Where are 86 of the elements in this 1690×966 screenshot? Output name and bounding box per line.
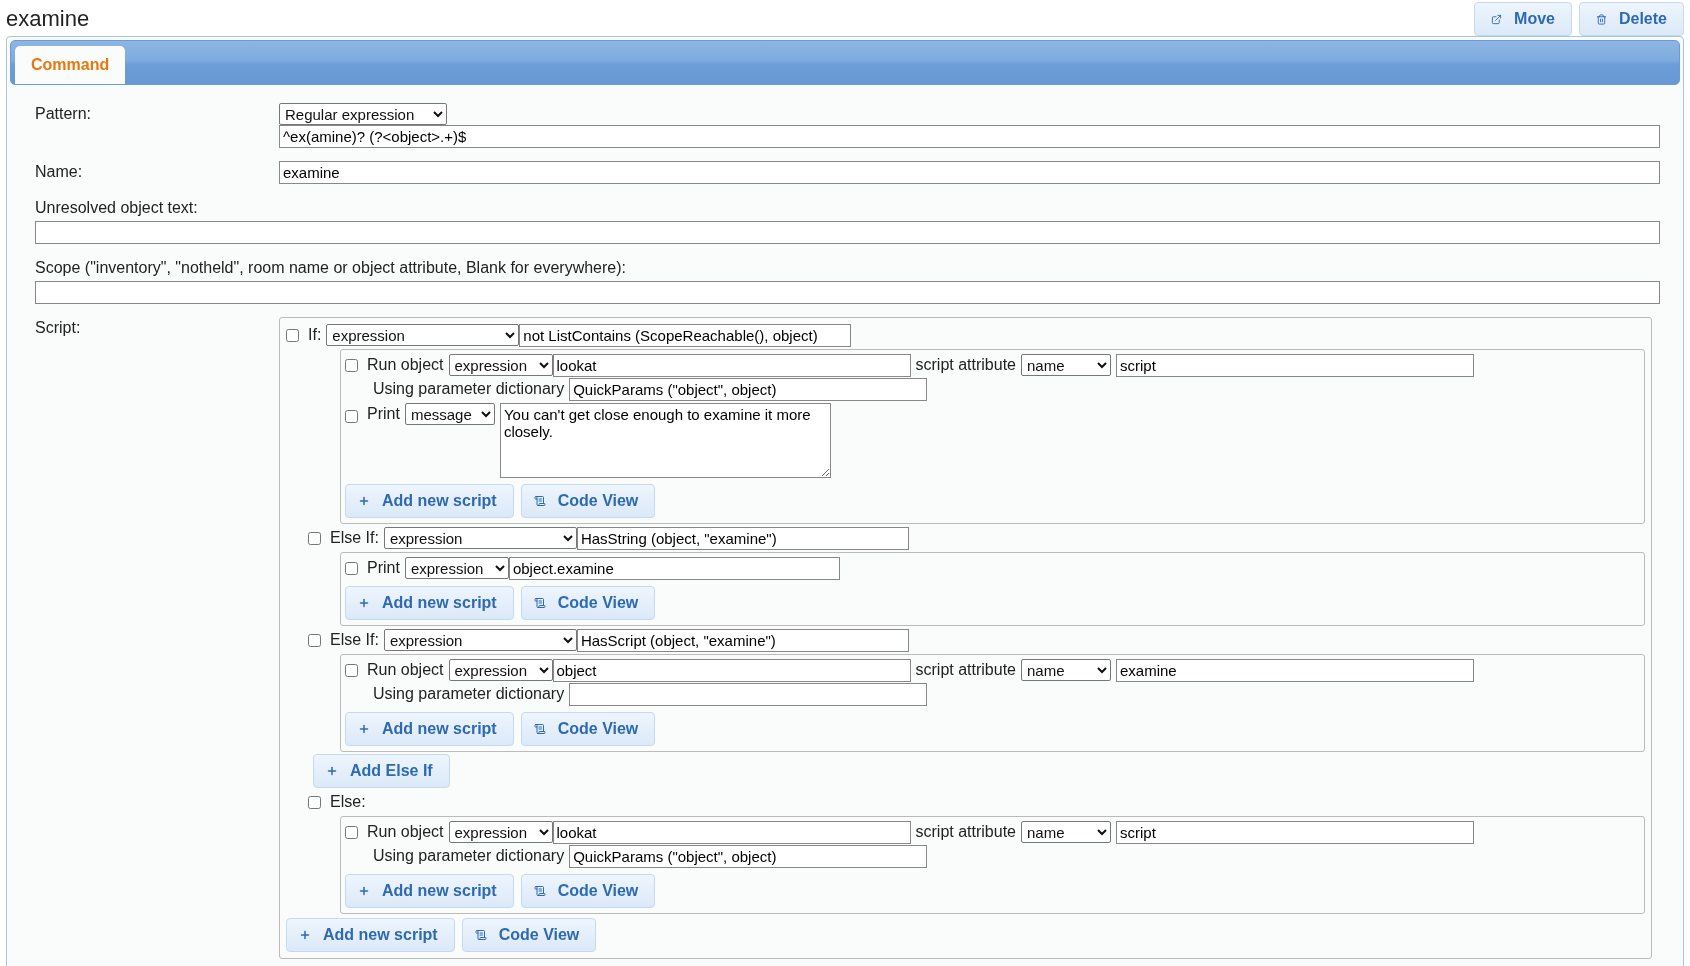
scroll-icon bbox=[533, 495, 546, 507]
add-script-button[interactable]: Add new script bbox=[345, 712, 514, 746]
add-else-if-button[interactable]: Add Else If bbox=[313, 754, 450, 788]
scroll-icon bbox=[533, 723, 546, 735]
attribute-select[interactable]: name bbox=[1021, 354, 1111, 376]
page-title: examine bbox=[6, 6, 91, 32]
params-label: Using parameter dictionary bbox=[373, 847, 565, 865]
code-view-button[interactable]: Code View bbox=[520, 484, 656, 518]
condition-label: Else If: bbox=[330, 529, 379, 547]
add-script-button[interactable]: Add new script bbox=[345, 586, 514, 620]
move-button[interactable]: Move bbox=[1474, 2, 1572, 36]
scope-input[interactable] bbox=[35, 281, 1660, 304]
plus-icon bbox=[326, 765, 338, 777]
plus-icon bbox=[358, 723, 370, 735]
checkbox[interactable] bbox=[345, 358, 358, 372]
mode-select[interactable]: expression bbox=[448, 821, 553, 843]
mode-select[interactable]: expression bbox=[448, 659, 553, 681]
statement-label: Print bbox=[367, 559, 400, 577]
object-input[interactable]: lookat bbox=[552, 353, 911, 377]
name-input[interactable]: examine bbox=[279, 161, 1660, 184]
pattern-type-select[interactable]: Regular expression bbox=[279, 103, 447, 125]
checkbox[interactable] bbox=[345, 663, 358, 677]
statement-label: Run object bbox=[367, 356, 444, 374]
delete-button[interactable]: Delete bbox=[1578, 2, 1684, 36]
field-label: Pattern: bbox=[35, 104, 93, 124]
params-input[interactable] bbox=[569, 682, 928, 706]
condition-select[interactable]: expression bbox=[383, 527, 577, 549]
checkbox[interactable] bbox=[345, 561, 358, 575]
plus-icon bbox=[358, 495, 370, 507]
condition-input[interactable]: not ListContains (ScopeReachable(), object) bbox=[519, 323, 852, 347]
statement-label: Run object bbox=[367, 823, 444, 841]
condition-input[interactable]: HasString (object, "examine") bbox=[576, 526, 909, 550]
checkbox[interactable] bbox=[308, 531, 321, 545]
statement-label: Run object bbox=[367, 661, 444, 679]
add-script-button[interactable]: Add new script bbox=[286, 918, 455, 952]
code-view-button[interactable]: Code View bbox=[520, 586, 656, 620]
attribute-select[interactable]: name bbox=[1021, 659, 1111, 681]
unresolved-text-input[interactable] bbox=[35, 221, 1660, 244]
params-input[interactable]: QuickParams ("object", object) bbox=[569, 844, 928, 868]
params-label: Using parameter dictionary bbox=[373, 380, 565, 398]
object-input[interactable]: lookat bbox=[552, 820, 911, 844]
checkbox[interactable] bbox=[308, 633, 321, 647]
field-label: Scope ("inventory", "notheld", room name or object attribute, Blank for everywhere): bbox=[35, 258, 627, 277]
field-label: Name: bbox=[35, 162, 84, 182]
attribute-input[interactable]: script bbox=[1116, 820, 1474, 844]
attribute-label: script attribute bbox=[915, 661, 1016, 679]
checkbox[interactable] bbox=[286, 328, 299, 342]
condition-select[interactable]: expression bbox=[326, 324, 520, 346]
scroll-icon bbox=[474, 929, 487, 941]
attribute-label: script attribute bbox=[915, 823, 1016, 841]
code-view-button[interactable]: Code View bbox=[520, 712, 656, 746]
checkbox[interactable] bbox=[345, 410, 358, 423]
trash-icon bbox=[1595, 13, 1607, 25]
condition-input[interactable]: HasScript (object, "examine") bbox=[576, 628, 909, 652]
code-view-button[interactable]: Code View bbox=[461, 918, 597, 952]
checkbox[interactable] bbox=[308, 795, 321, 809]
attribute-input[interactable]: examine bbox=[1116, 658, 1474, 682]
object-input[interactable]: object bbox=[552, 658, 911, 682]
expression-input[interactable]: object.examine bbox=[508, 556, 840, 580]
condition-label: If: bbox=[308, 326, 322, 344]
attribute-label: script attribute bbox=[915, 356, 1016, 374]
pattern-input[interactable]: ^ex(amine)? (?<object>.+)$ bbox=[279, 125, 1660, 148]
external-link-icon bbox=[1491, 13, 1503, 25]
params-label: Using parameter dictionary bbox=[373, 685, 565, 703]
condition-label: Else: bbox=[330, 793, 366, 811]
scroll-icon bbox=[533, 597, 546, 609]
message-textarea[interactable]: You can't get close enough to examine it more closely. bbox=[499, 403, 831, 478]
field-label: Unresolved object text: bbox=[35, 198, 199, 217]
condition-select[interactable]: expression bbox=[383, 629, 577, 651]
plus-icon bbox=[358, 885, 370, 897]
mode-select[interactable]: message bbox=[404, 403, 495, 425]
attribute-input[interactable]: script bbox=[1116, 353, 1474, 377]
checkbox[interactable] bbox=[345, 825, 358, 839]
mode-select[interactable]: expression bbox=[404, 557, 509, 579]
attribute-select[interactable]: name bbox=[1021, 821, 1111, 843]
params-input[interactable]: QuickParams ("object", object) bbox=[569, 377, 928, 401]
statement-label: Print bbox=[367, 404, 400, 423]
condition-label: Else If: bbox=[330, 631, 379, 649]
code-view-button[interactable]: Code View bbox=[520, 874, 656, 908]
scroll-icon bbox=[533, 885, 546, 897]
plus-icon bbox=[358, 597, 370, 609]
plus-icon bbox=[299, 929, 311, 941]
mode-select[interactable]: expression bbox=[448, 354, 553, 376]
add-script-button[interactable]: Add new script bbox=[345, 484, 514, 518]
add-script-button[interactable]: Add new script bbox=[345, 874, 514, 908]
field-label: Script: bbox=[35, 318, 82, 338]
